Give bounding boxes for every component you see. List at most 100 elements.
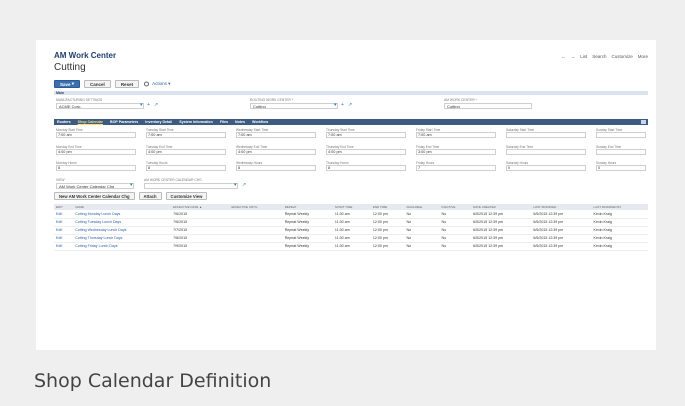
work-center-field[interactable]: Cutting bbox=[444, 103, 532, 109]
table-cell: 7/7/2015 bbox=[171, 226, 230, 235]
add-icon[interactable]: + bbox=[341, 102, 344, 108]
nav-search-link[interactable]: Search bbox=[592, 54, 606, 59]
manufacturing-settings-field[interactable]: ACME Corp. bbox=[56, 103, 144, 109]
table-cell bbox=[229, 234, 283, 243]
save-button[interactable]: Save ▾ bbox=[54, 80, 81, 88]
name-link[interactable]: Cutting Wednesday Lunch Days bbox=[73, 226, 172, 235]
day-start-field[interactable] bbox=[506, 132, 586, 138]
edit-link[interactable]: Edit bbox=[54, 226, 74, 235]
edit-link[interactable]: Edit bbox=[54, 218, 74, 227]
day-hours-field[interactable] bbox=[416, 165, 496, 171]
dropdown-arrow-icon[interactable]: ▾ bbox=[334, 102, 337, 108]
table-cell bbox=[229, 242, 283, 251]
dropdown-arrow-icon[interactable]: ▾ bbox=[140, 102, 143, 108]
day-start-value: 7:00 am bbox=[418, 133, 432, 137]
edit-link[interactable]: Edit bbox=[54, 234, 74, 243]
table-cell: 7/8/2015 bbox=[171, 234, 230, 243]
table-cell: 6/5/2015 12:39 pm bbox=[471, 226, 532, 235]
day-hours-value: 7 bbox=[418, 166, 421, 170]
day-start-field[interactable] bbox=[596, 132, 646, 138]
table-cell: No bbox=[404, 218, 440, 227]
table-cell: 7/6/2015 bbox=[171, 210, 230, 219]
day-end-field[interactable] bbox=[596, 149, 646, 155]
actions-menu[interactable]: Actions ▾ bbox=[143, 81, 170, 87]
tab-files[interactable]: Files bbox=[220, 120, 228, 124]
new-calendar-chg-button[interactable]: New AM Work Center Calendar Chg bbox=[54, 192, 135, 200]
top-nav: ← → List Search Customize More bbox=[561, 54, 648, 59]
calendar-change-field[interactable] bbox=[144, 183, 238, 189]
dropdown-arrow-icon[interactable]: ▾ bbox=[234, 182, 237, 188]
day-end-field[interactable] bbox=[506, 149, 586, 155]
attach-button[interactable]: Attach bbox=[138, 192, 162, 200]
manufacturing-settings-label: Manufacturing Settings bbox=[56, 98, 103, 102]
day-hours-field[interactable] bbox=[506, 165, 586, 171]
gear-icon bbox=[144, 81, 150, 87]
day-hours-field[interactable] bbox=[146, 165, 226, 171]
table-cell: No bbox=[439, 234, 472, 243]
table-row: Edit Cutting Monday Lunch Days 7/6/2015 Rep… bbox=[54, 210, 648, 219]
app-title: AM Work Center bbox=[54, 51, 117, 60]
edit-link[interactable]: Edit bbox=[54, 210, 74, 219]
table-cell: 7/6/2015 bbox=[171, 218, 230, 227]
nav-more-link[interactable]: More bbox=[638, 54, 648, 59]
day-start-value: 7:00 am bbox=[58, 133, 72, 137]
day-start-value: 7:00 am bbox=[328, 133, 342, 137]
collapse-icon[interactable] bbox=[641, 120, 646, 124]
table-cell: 11:30 am bbox=[332, 234, 371, 243]
routing-center-field[interactable]: Cutting bbox=[250, 103, 338, 109]
table-cell: No bbox=[404, 242, 440, 251]
day-hours-field[interactable] bbox=[326, 165, 406, 171]
nav-customize-link[interactable]: Customize bbox=[611, 54, 632, 59]
table-row: Edit Cutting Tuesday Lunch Days 7/6/2015 Re… bbox=[54, 218, 648, 227]
record-title: Cutting bbox=[54, 62, 86, 73]
nav-list-link[interactable]: List bbox=[580, 54, 587, 59]
view-label: View bbox=[56, 178, 65, 182]
open-link-icon[interactable]: ↗ bbox=[348, 102, 352, 108]
name-link[interactable]: Cutting Friday Lunch Days bbox=[73, 242, 172, 251]
back-arrow-icon[interactable]: ← bbox=[561, 54, 566, 59]
table-cell: No bbox=[404, 210, 440, 219]
tab-inventory-detail[interactable]: Inventory Detail bbox=[145, 120, 172, 124]
calendar-change-table: Edit Name Effective Date ▲ Effective Until R… bbox=[54, 204, 648, 251]
save-dropdown-icon[interactable]: ▾ bbox=[72, 81, 74, 87]
name-link[interactable]: Cutting Tuesday Lunch Days bbox=[73, 218, 172, 227]
forward-arrow-icon[interactable]: → bbox=[571, 54, 576, 59]
day-hours-field[interactable] bbox=[56, 165, 136, 171]
dropdown-arrow-icon[interactable]: ▾ bbox=[130, 182, 133, 188]
actions-label: Actions ▾ bbox=[152, 81, 171, 86]
day-hours-value: 0 bbox=[598, 166, 601, 170]
tab-shop-calendar[interactable]: Shop Calendar bbox=[78, 120, 103, 124]
table-cell: 11:30 am bbox=[332, 226, 371, 235]
table-cell: Kevin Kraig bbox=[591, 226, 648, 235]
tab-routers[interactable]: Routers bbox=[57, 120, 71, 124]
day-hours-field[interactable] bbox=[596, 165, 646, 171]
table-row: Edit Cutting Friday Lunch Days 7/9/2015 Rep… bbox=[54, 242, 648, 251]
open-link-icon[interactable]: ↗ bbox=[154, 102, 158, 108]
open-link-icon[interactable]: ↗ bbox=[242, 182, 246, 188]
table-cell: 6/5/2015 12:39 pm bbox=[531, 234, 592, 243]
caption: Shop Calendar Definition bbox=[34, 370, 272, 392]
cancel-button[interactable]: Cancel bbox=[84, 80, 111, 88]
customize-view-button[interactable]: Customize View bbox=[165, 192, 208, 200]
tab-system-information[interactable]: System Information bbox=[179, 120, 213, 124]
subtab-bar: Routers Shop Calendar BOP Parameters Inv… bbox=[54, 119, 648, 125]
tab-notes[interactable]: Notes bbox=[235, 120, 245, 124]
day-end-value: 4:00 pm bbox=[148, 150, 162, 154]
table-cell: No bbox=[439, 210, 472, 219]
edit-link[interactable]: Edit bbox=[54, 242, 74, 251]
table-cell: No bbox=[439, 242, 472, 251]
add-icon[interactable]: + bbox=[147, 102, 150, 108]
name-link[interactable]: Cutting Monday Lunch Days bbox=[73, 210, 172, 219]
table-cell: No bbox=[439, 226, 472, 235]
reset-button[interactable]: Reset bbox=[114, 80, 140, 88]
view-select[interactable]: AM Work Center Calendar Chg bbox=[56, 183, 134, 189]
tab-bop-parameters[interactable]: BOP Parameters bbox=[110, 120, 138, 124]
tab-workflow[interactable]: Workflow bbox=[252, 120, 268, 124]
day-hours-field[interactable] bbox=[236, 165, 316, 171]
table-cell: 6/5/2015 12:39 pm bbox=[531, 210, 592, 219]
day-end-value: 4:00 pm bbox=[58, 150, 72, 154]
name-link[interactable]: Cutting Thursday Lunch Days bbox=[73, 234, 172, 243]
day-start-value: 7:00 am bbox=[148, 133, 162, 137]
table-cell: Repeat Weekly bbox=[282, 234, 333, 243]
table-cell: 12:00 pm bbox=[370, 210, 405, 219]
